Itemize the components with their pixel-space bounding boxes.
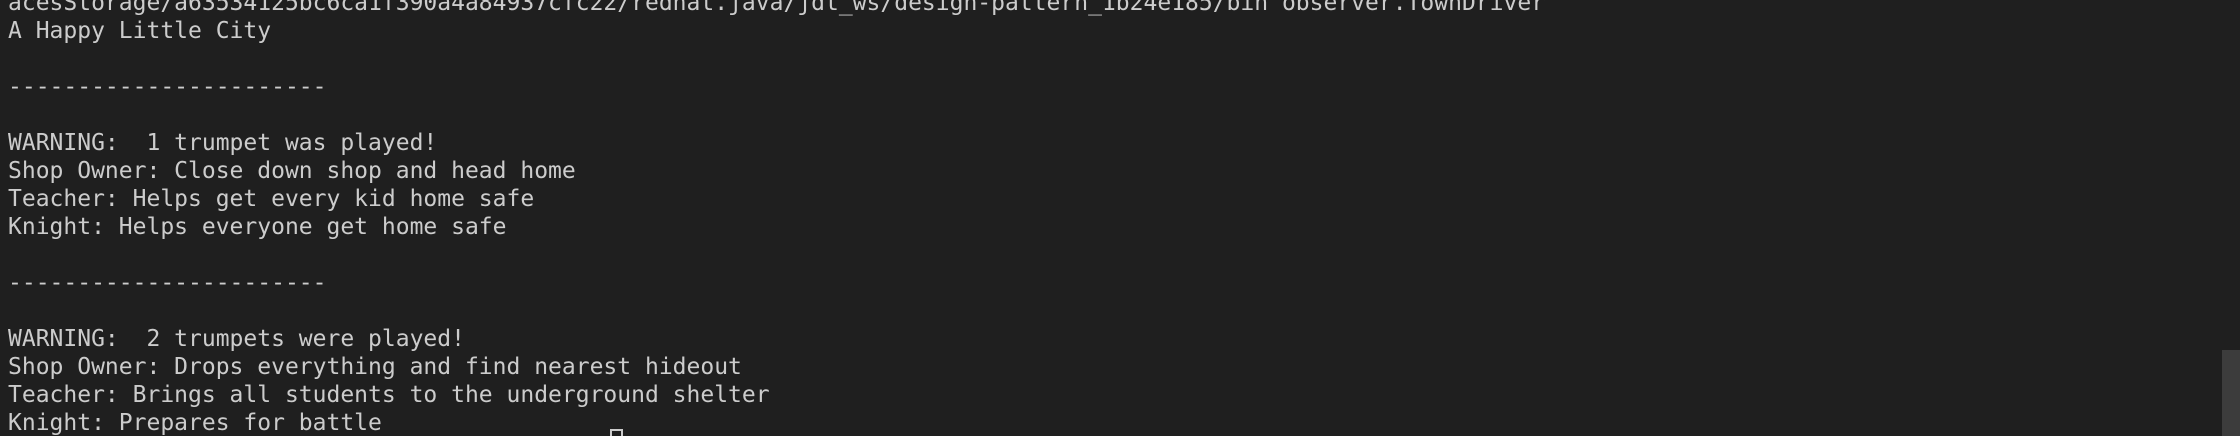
terminal-line-shop-owner: Shop Owner: Drops everything and find ne…	[8, 354, 742, 380]
terminal-line-command: acesStorage/a63534125bc6ca1f390a4a84937c…	[8, 0, 1546, 16]
terminal-line-knight: Knight: Prepares for battle	[8, 410, 382, 436]
vertical-scrollbar[interactable]	[2222, 0, 2240, 436]
terminal-lines: acesStorage/a63534125bc6ca1f390a4a84937c…	[8, 0, 1545, 436]
terminal-line-warning: WARNING: 1 trumpet was played!	[8, 130, 438, 156]
terminal-line-teacher: Teacher: Brings all students to the unde…	[8, 382, 770, 408]
terminal-line-separator: -----------------------	[8, 74, 327, 100]
terminal-line-city-title: A Happy Little City	[8, 18, 272, 44]
terminal-output[interactable]: acesStorage/a63534125bc6ca1f390a4a84937c…	[0, 0, 2240, 436]
terminal-line-knight: Knight: Helps everyone get home safe	[8, 214, 507, 240]
terminal-cursor	[610, 429, 623, 436]
scrollbar-thumb[interactable]	[2222, 350, 2240, 436]
terminal-line-teacher: Teacher: Helps get every kid home safe	[8, 186, 535, 212]
terminal-line-separator: -----------------------	[8, 270, 327, 296]
terminal-line-warning: WARNING: 2 trumpets were played!	[8, 326, 465, 352]
terminal-line-shop-owner: Shop Owner: Close down shop and head hom…	[8, 158, 576, 184]
